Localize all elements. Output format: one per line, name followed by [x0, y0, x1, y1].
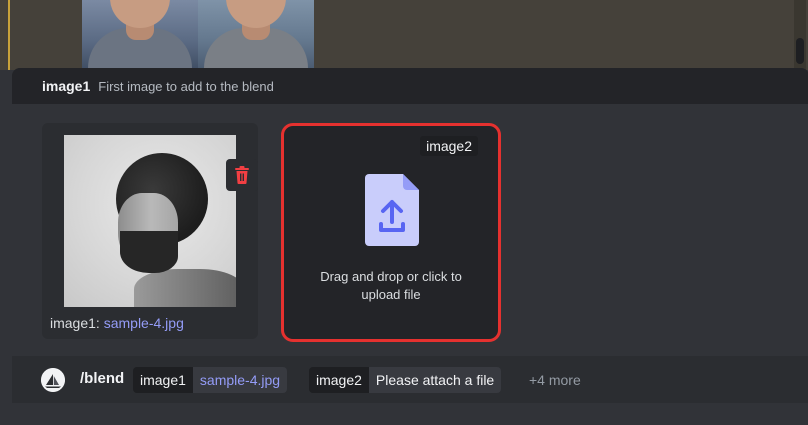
slash-command-panel: image1 First image to add to the blend i…: [12, 68, 808, 403]
delete-attachment-button[interactable]: [226, 159, 258, 191]
upload-area: image1: sample-4.jpg image2 Drag and dro…: [12, 104, 808, 356]
option-description: First image to add to the blend: [98, 78, 274, 94]
option-chip-value: sample-4.jpg: [192, 367, 288, 393]
command-option-image2[interactable]: image2 Please attach a file: [309, 367, 502, 393]
attachment-caption: image1: sample-4.jpg: [50, 315, 184, 331]
option-chip-name: image1: [133, 367, 193, 393]
drop-zone-text-line1: Drag and drop or click to: [320, 269, 462, 284]
command-name: /blend: [80, 370, 125, 387]
scrollbar-thumb[interactable]: [796, 38, 804, 64]
preview-image-2[interactable]: [198, 0, 314, 70]
drop-zone-instructions: Drag and drop or click to upload file: [284, 268, 498, 304]
option-chip-value: Please attach a file: [368, 367, 502, 393]
option-chip-name: image2: [309, 367, 369, 393]
attachment-image: [64, 135, 236, 307]
drop-zone-text-line2: upload file: [361, 287, 421, 302]
trash-icon: [235, 166, 249, 184]
chat-message-background: [0, 0, 808, 70]
option-header: image1 First image to add to the blend: [12, 68, 808, 104]
bottom-spacer: [0, 403, 808, 425]
preview-image-1[interactable]: [82, 0, 198, 70]
command-option-image1[interactable]: image1 sample-4.jpg: [133, 367, 288, 393]
option-name: image1: [42, 78, 91, 94]
drop-zone-option-label: image2: [420, 136, 478, 156]
command-bar: /blend image1 sample-4.jpg image2 Please…: [12, 356, 808, 403]
mention-highlight-bar: [8, 0, 10, 70]
attachment-option-label: image1:: [50, 315, 100, 331]
file-upload-icon: [365, 174, 419, 246]
upload-drop-zone[interactable]: image2 Drag and drop or click to upload …: [281, 123, 501, 342]
more-options-button[interactable]: +4 more: [529, 372, 581, 388]
attachment-card[interactable]: image1: sample-4.jpg: [42, 123, 258, 339]
attachment-filename: sample-4.jpg: [103, 315, 184, 331]
bot-avatar-icon: [41, 368, 65, 392]
